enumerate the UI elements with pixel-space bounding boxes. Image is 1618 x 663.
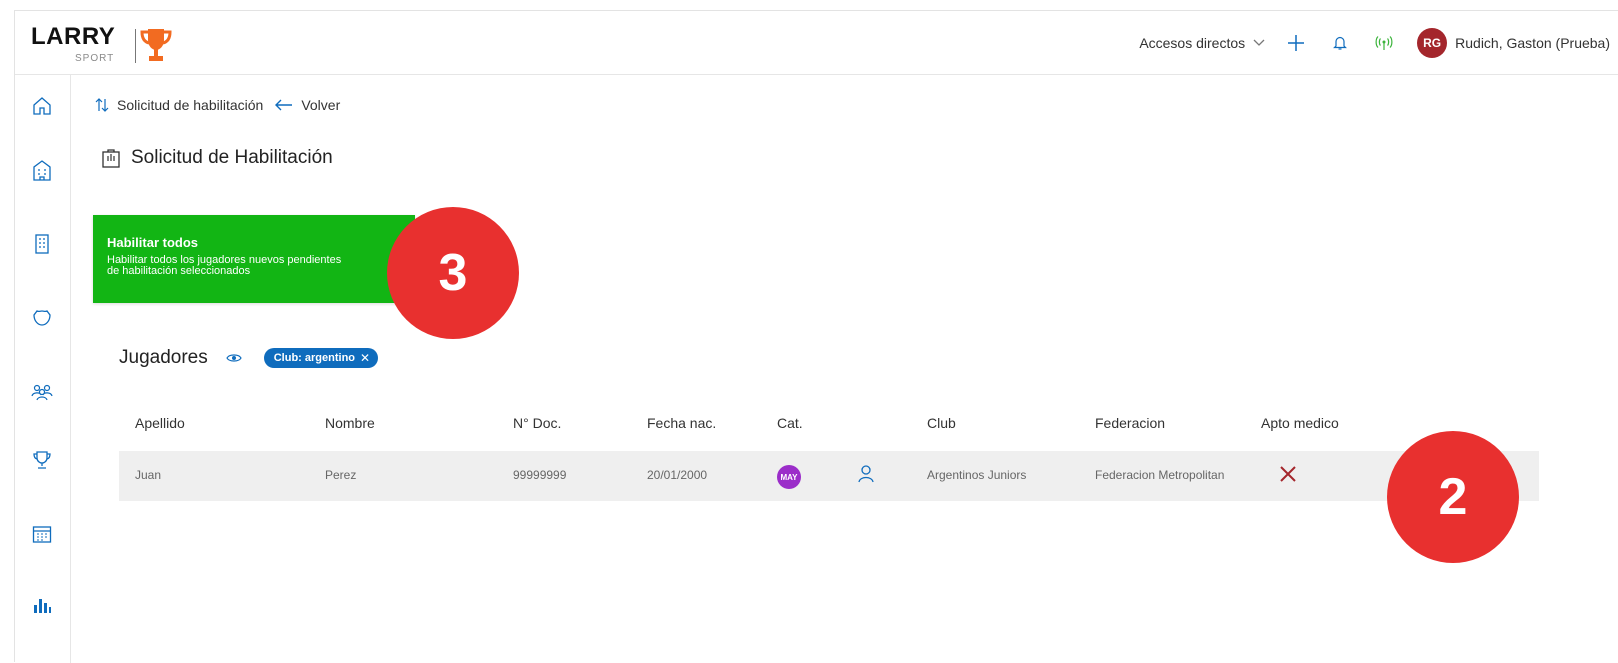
top-bar-actions: Accesos directos RG Rudich, Gaston (Prue… (1139, 11, 1618, 75)
enable-all-button[interactable]: Habilitar todos Habilitar todos los juga… (93, 215, 415, 303)
sort-icon (95, 98, 109, 112)
logo-subtitle: SPORT (75, 53, 115, 64)
signal-icon (1375, 36, 1393, 50)
table-row[interactable]: Juan Perez 99999999 20/01/2000 MAY Argen… (119, 451, 1539, 501)
sidebar-item-home[interactable] (29, 93, 55, 119)
shortcuts-label: Accesos directos (1139, 35, 1246, 51)
column-fecha[interactable]: Fecha nac. (647, 415, 716, 431)
cell-nombre: Perez (325, 468, 357, 482)
people-icon (31, 384, 53, 401)
breadcrumb-current: Solicitud de habilitación (117, 97, 264, 113)
bell-icon (1333, 36, 1348, 50)
filter-chip-label: Club: argentino (273, 352, 356, 364)
cell-fecha: 20/01/2000 (647, 468, 708, 482)
add-button[interactable] (1285, 32, 1307, 54)
cell-doc: 99999999 (513, 468, 567, 482)
table-header: Apellido Nombre N° Doc. Fecha nac. Cat. … (119, 415, 1539, 439)
top-bar: LARRY SPORT Accesos directos RG Rudich, … (15, 11, 1618, 75)
column-nombre[interactable]: Nombre (325, 415, 375, 431)
shield-icon (33, 310, 51, 326)
cell-apellido: Juan (135, 468, 162, 482)
column-apellido[interactable]: Apellido (135, 415, 185, 431)
chevron-down-icon (1253, 39, 1265, 46)
filter-chip-club[interactable]: Club: argentino ✕ (263, 348, 379, 368)
step-marker-2: 2 (1387, 431, 1519, 563)
app-window: LARRY SPORT Accesos directos RG Rudich, … (14, 10, 1618, 663)
sidebar (15, 75, 71, 663)
players-header: Jugadores Club: argentino ✕ (119, 347, 379, 369)
user-name[interactable]: Rudich, Gaston (Prueba) (1455, 35, 1610, 51)
shortcuts-dropdown[interactable]: Accesos directos (1139, 35, 1265, 51)
building-icon (33, 160, 51, 181)
players-title: Jugadores (119, 347, 208, 368)
back-label: Volver (301, 97, 341, 113)
bar-chart-icon (34, 599, 51, 613)
cell-club: Argentinos Juniors (927, 468, 1027, 482)
logo-wordmark: LARRY (31, 23, 116, 50)
avatar[interactable]: RG (1417, 28, 1448, 58)
page-title: Solicitud de Habilitación (101, 147, 333, 169)
breadcrumb: Solicitud de habilitación Volver (95, 97, 340, 113)
back-button[interactable]: Volver (275, 97, 340, 113)
trophy-icon (33, 451, 51, 469)
plus-icon (1288, 35, 1305, 51)
sidebar-item-reports[interactable] (29, 591, 55, 617)
sidebar-item-tournaments[interactable] (29, 447, 55, 473)
column-apto[interactable]: Apto medico (1261, 415, 1339, 431)
category-badge: MAY (777, 465, 801, 489)
sidebar-item-calendar[interactable] (29, 521, 55, 547)
calendar-icon (32, 526, 52, 543)
column-federacion[interactable]: Federacion (1095, 415, 1165, 431)
arrow-left-icon (275, 99, 293, 111)
cell-federacion: Federacion Metropolitan (1095, 468, 1225, 482)
column-cat[interactable]: Cat. (777, 415, 803, 431)
sidebar-item-players[interactable] (29, 379, 55, 405)
sidebar-item-teams[interactable] (29, 305, 55, 331)
step-marker-3: 3 (387, 207, 519, 339)
logo-divider (135, 29, 136, 63)
clipboard-icon (102, 149, 120, 168)
sidebar-item-clubs[interactable] (29, 157, 55, 183)
column-doc[interactable]: N° Doc. (513, 415, 561, 431)
connection-status[interactable] (1373, 32, 1395, 54)
close-icon[interactable]: ✕ (360, 351, 370, 365)
enable-all-title: Habilitar todos (107, 235, 199, 250)
enable-all-description: Habilitar todos los jugadores nuevos pen… (107, 254, 342, 277)
eye-icon[interactable] (226, 353, 242, 363)
home-icon (33, 97, 51, 115)
notifications-button[interactable] (1329, 32, 1351, 54)
column-club[interactable]: Club (927, 415, 956, 431)
page-title-text: Solicitud de Habilitación (131, 147, 333, 168)
office-icon (35, 234, 49, 254)
x-mark-icon (1280, 466, 1296, 482)
trophy-logo-icon (140, 29, 172, 61)
sidebar-item-institutions[interactable] (29, 231, 55, 257)
person-icon[interactable] (857, 464, 875, 484)
